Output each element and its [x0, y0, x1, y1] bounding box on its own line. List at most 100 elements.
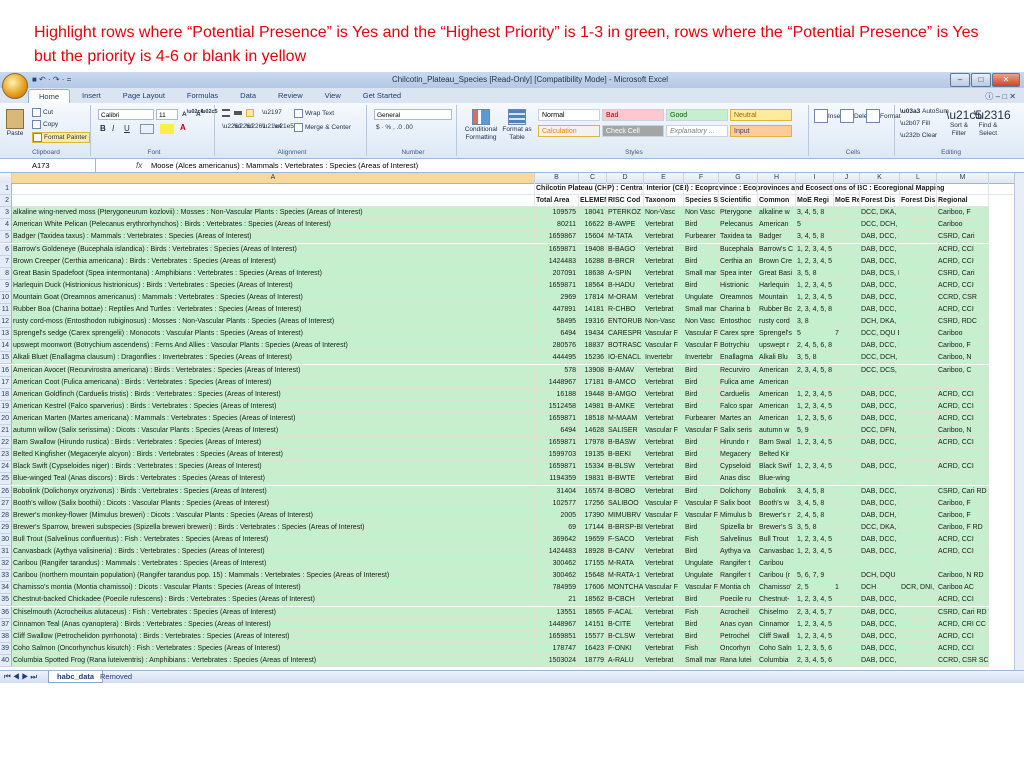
table-cell[interactable]: 447891 — [535, 304, 579, 317]
table-cell[interactable]: Vertebrat — [644, 618, 684, 631]
table-cell[interactable]: Regional — [937, 195, 989, 208]
table-cell[interactable]: 2, 3, 4, 5, 7 — [796, 606, 834, 619]
table-cell[interactable]: Bird — [684, 473, 719, 486]
table-cell[interactable]: DCC, DCS, — [860, 364, 900, 377]
table-cell[interactable]: Caribou — [758, 558, 796, 571]
autosum-button[interactable]: \u03a3 AutoSum — [900, 108, 949, 115]
table-cell[interactable]: 1, 2, 3, 4, 5 — [796, 437, 834, 450]
table-cell[interactable]: 69 — [535, 521, 579, 534]
table-cell[interactable]: Non-Vasc — [644, 207, 684, 220]
table-cell[interactable]: Bird — [684, 630, 719, 643]
table-cell[interactable]: 16622 — [579, 219, 607, 232]
table-cell[interactable]: Furbearer — [684, 412, 719, 425]
table-cell[interactable]: 2, 3, 4, 5, 6 — [796, 654, 834, 667]
table-cell[interactable]: 3, 4, 5, 8 — [796, 231, 834, 244]
table-cell[interactable]: Vertebrat — [644, 606, 684, 619]
conditional-formatting-button[interactable]: Conditional Formatting — [462, 109, 500, 142]
table-row[interactable]: 15 Alkali Bluet (Enallagma clausum) : Dra… — [0, 352, 1024, 365]
table-cell[interactable]: Vertebrat — [644, 594, 684, 607]
table-cell[interactable]: F-ACAL — [607, 606, 644, 619]
table-cell[interactable]: Charina b — [719, 304, 758, 317]
table-row[interactable]: 10 Mountain Goat (Oreamnos americanus) : … — [0, 291, 1024, 304]
table-cell[interactable]: Cariboo — [937, 328, 989, 341]
table-cell[interactable]: Columbia Spotted Frog (Rana luteiventris… — [12, 654, 535, 667]
table-cell[interactable]: Rubber Boa (Charina bottae) : Reptiles A… — [12, 304, 535, 317]
row-number[interactable]: 33 — [0, 570, 12, 583]
table-cell[interactable]: Vertebrat — [644, 630, 684, 643]
table-cell[interactable]: DCH, DKA, — [860, 316, 900, 329]
table-cell[interactable] — [758, 183, 796, 196]
table-cell[interactable]: Bird — [684, 485, 719, 498]
table-cell[interactable]: DAB, DCC, — [860, 485, 900, 498]
fill-button[interactable]: \u2b07 Fill — [900, 120, 930, 127]
table-cell[interactable]: 300462 — [535, 558, 579, 571]
table-cell[interactable]: DAB, DCS, DCC — [860, 267, 900, 280]
table-cell[interactable]: ACRD, CCI — [937, 255, 989, 268]
table-cell[interactable]: B-BLSW — [607, 461, 644, 474]
table-cell[interactable]: 17390 — [579, 509, 607, 522]
table-cell[interactable]: 5, 9 — [796, 425, 834, 438]
table-cell[interactable]: Bird — [684, 618, 719, 631]
table-cell[interactable]: B-AMCO — [607, 376, 644, 389]
table-cell[interactable]: DAB, DCC, — [860, 291, 900, 304]
sheet-tab-removed[interactable]: Removed — [92, 671, 140, 682]
table-cell[interactable] — [937, 473, 989, 486]
table-row[interactable]: 2 Total AreaELEMENT_RISC CodTaxonomSpecie… — [0, 195, 1024, 208]
table-cell[interactable]: MoE Regi — [834, 195, 860, 208]
table-cell[interactable]: 15604 — [579, 231, 607, 244]
table-cell[interactable]: Bird — [684, 243, 719, 256]
table-cell[interactable]: 1, 2, 3, 4, 5 — [796, 243, 834, 256]
table-cell[interactable]: 1194359 — [535, 473, 579, 486]
table-cell[interactable]: ELEMENT_ — [579, 195, 607, 208]
table-cell[interactable]: Columbia — [758, 654, 796, 667]
table-cell[interactable]: Rana lutei — [719, 654, 758, 667]
table-cell[interactable]: Rangifer t — [719, 558, 758, 571]
table-cell[interactable]: Brown Cre — [758, 255, 796, 268]
table-cell[interactable] — [937, 558, 989, 571]
table-cell[interactable]: 3, 8 — [796, 316, 834, 329]
table-cell[interactable]: Recurviro — [719, 364, 758, 377]
table-cell[interactable]: 13908 — [579, 364, 607, 377]
table-cell[interactable]: 13551 — [535, 606, 579, 619]
table-cell[interactable]: Cinnamor — [758, 618, 796, 631]
row-number[interactable]: 5 — [0, 231, 12, 244]
table-cell[interactable]: alkaline wing-nerved moss (Pterygoneurum… — [12, 207, 535, 220]
cell-style-4[interactable]: Calculation — [538, 125, 600, 137]
table-cell[interactable]: B-BRCR — [607, 255, 644, 268]
table-row[interactable]: 27 Booth's willow (Salix boothii) : Dicot… — [0, 497, 1024, 510]
table-cell[interactable]: 1 — [834, 582, 860, 595]
table-cell[interactable] — [900, 364, 937, 377]
table-cell[interactable]: American Coot (Fulica americana) : Birds… — [12, 376, 535, 389]
row-number[interactable]: 19 — [0, 400, 12, 413]
table-cell[interactable]: Barrow's C — [758, 243, 796, 256]
table-cell[interactable]: Chamisso's montia (Montia chamissoi) : D… — [12, 582, 535, 595]
table-cell[interactable]: 16423 — [579, 642, 607, 655]
table-cell[interactable]: Chiselmouth (Acrocheilus alutaceus) : Fi… — [12, 606, 535, 619]
table-cell[interactable]: 18565 — [579, 606, 607, 619]
table-cell[interactable]: Caribou (northern mountain population) (… — [12, 570, 535, 583]
table-row[interactable]: 37 Cinnamon Teal (Anas cyanoptera) : Bird… — [0, 618, 1024, 631]
table-cell[interactable]: BOTRASC — [607, 340, 644, 353]
table-cell[interactable]: Bird — [684, 461, 719, 474]
table-cell[interactable]: Belted Kir — [758, 449, 796, 462]
table-row[interactable]: 40 Columbia Spotted Frog (Rana luteiventr… — [0, 654, 1024, 667]
table-cell[interactable]: Vertebrat — [644, 546, 684, 559]
table-cell[interactable]: Taxonom — [644, 195, 684, 208]
table-cell[interactable]: DAB, DCC, — [860, 437, 900, 450]
table-cell[interactable] — [900, 291, 937, 304]
row-number[interactable]: 2 — [0, 195, 12, 208]
table-cell[interactable] — [860, 558, 900, 571]
table-cell[interactable]: Vascular F — [644, 582, 684, 595]
table-cell[interactable]: DAB, DCC, — [860, 279, 900, 292]
table-cell[interactable]: Small mar — [684, 654, 719, 667]
table-cell[interactable] — [900, 267, 937, 280]
table-cell[interactable] — [12, 183, 535, 196]
table-cell[interactable]: Vertebrat — [644, 255, 684, 268]
table-cell[interactable]: Cariboo, N RD — [937, 570, 989, 583]
table-cell[interactable]: Bobolink (Dolichonyx oryzivorus) : Birds… — [12, 485, 535, 498]
copy-button[interactable]: Copy — [32, 120, 58, 129]
table-cell[interactable]: B-AMKE — [607, 400, 644, 413]
table-cell[interactable]: 17814 — [579, 291, 607, 304]
table-cell[interactable]: 369642 — [535, 533, 579, 546]
table-row[interactable]: 26 Bobolink (Dolichonyx oryzivorus) : Bir… — [0, 485, 1024, 498]
